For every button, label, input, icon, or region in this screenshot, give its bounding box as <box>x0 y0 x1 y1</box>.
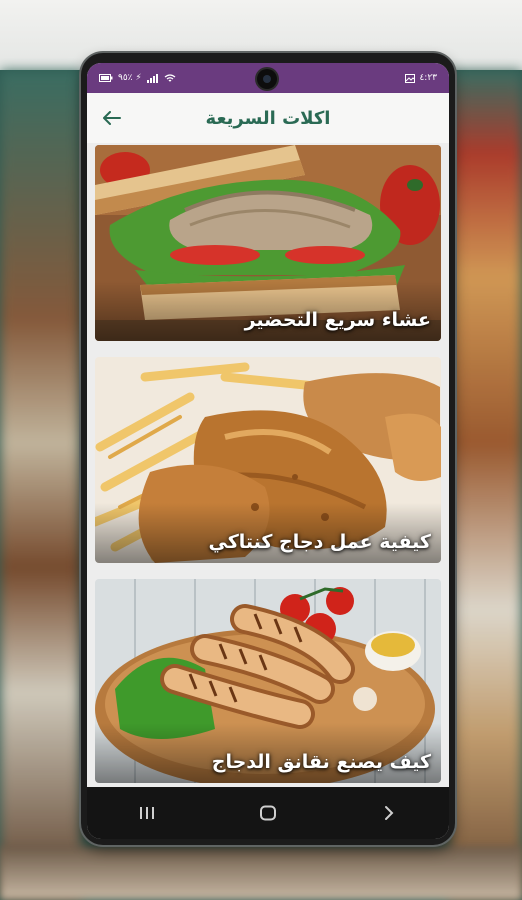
recipe-title: كيفية عمل دجاج كنتاكي <box>208 531 431 553</box>
battery-icon <box>99 74 113 82</box>
signal-icon <box>146 73 158 83</box>
clock: ٤:٢٣ <box>419 73 437 83</box>
app-bar: اكلات السريعة <box>87 93 449 143</box>
phone-screen: ٩٥٪ ⚡ ٤:٢٣ اكلات السريعة عشاء سريع التحض… <box>87 63 449 839</box>
background-left <box>0 70 82 900</box>
recent-apps-icon <box>140 807 155 819</box>
recipe-card-kentucky-chicken[interactable]: كيفية عمل دجاج كنتاكي <box>95 357 441 563</box>
recipe-card-quick-dinner[interactable]: عشاء سريع التحضير <box>95 145 441 341</box>
home-button[interactable] <box>238 793 298 833</box>
wifi-icon <box>164 73 176 81</box>
system-nav-bar <box>87 787 449 839</box>
recipe-title: عشاء سريع التحضير <box>244 309 431 331</box>
recipe-card-chicken-sausages[interactable]: كيف يصنع نقانق الدجاج <box>95 579 441 783</box>
background-right <box>448 70 522 900</box>
arrow-left-icon <box>103 111 121 125</box>
back-button[interactable] <box>97 103 127 133</box>
status-time-group: ٤:٢٣ <box>405 73 437 83</box>
gallery-icon <box>405 73 416 83</box>
recipe-title: كيف يصنع نقانق الدجاج <box>211 751 431 773</box>
home-icon <box>259 805 276 821</box>
front-camera <box>257 69 277 89</box>
recipe-list[interactable]: عشاء سريع التحضير كيفية عمل دجاج كنتاكي … <box>87 143 449 787</box>
status-bar: ٩٥٪ ⚡ ٤:٢٣ <box>87 63 449 93</box>
battery-text: ٩٥٪ ⚡ <box>118 73 142 83</box>
back-chevron-icon <box>384 806 394 820</box>
status-icons: ٩٥٪ ⚡ <box>99 73 176 83</box>
nav-back-button[interactable] <box>359 793 419 833</box>
page-title: اكلات السريعة <box>205 107 331 129</box>
recent-apps-button[interactable] <box>117 793 177 833</box>
background-bottom <box>0 846 522 900</box>
